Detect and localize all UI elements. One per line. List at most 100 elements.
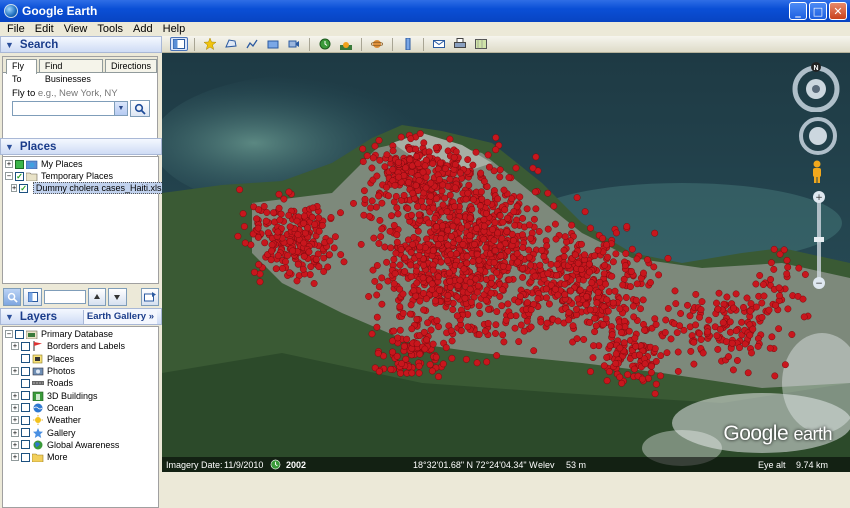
- case-marker[interactable]: [800, 313, 808, 321]
- checkbox[interactable]: [21, 378, 30, 388]
- case-marker[interactable]: [641, 360, 649, 368]
- expand-icon[interactable]: +: [11, 453, 19, 462]
- case-marker[interactable]: [267, 256, 275, 264]
- case-marker[interactable]: [616, 305, 624, 313]
- case-marker[interactable]: [640, 269, 647, 277]
- expand-icon[interactable]: +: [5, 160, 13, 168]
- case-marker[interactable]: [473, 225, 481, 232]
- collapse-triangle-icon[interactable]: ▼: [5, 312, 14, 322]
- case-marker[interactable]: [376, 216, 384, 224]
- historical-imagery-button[interactable]: [316, 37, 334, 51]
- case-marker[interactable]: [696, 313, 703, 321]
- case-marker[interactable]: [439, 222, 447, 230]
- case-marker[interactable]: [492, 330, 499, 337]
- case-marker[interactable]: [618, 379, 626, 387]
- case-marker[interactable]: [461, 294, 469, 302]
- case-marker[interactable]: [622, 250, 630, 258]
- case-marker[interactable]: [586, 319, 594, 326]
- case-marker[interactable]: [444, 257, 451, 265]
- case-marker[interactable]: [275, 190, 283, 198]
- case-marker[interactable]: [622, 294, 630, 301]
- checkbox[interactable]: [21, 415, 30, 425]
- case-marker[interactable]: [472, 275, 480, 283]
- case-marker[interactable]: [371, 277, 379, 285]
- case-marker[interactable]: [519, 264, 526, 272]
- case-marker[interactable]: [413, 315, 421, 323]
- case-marker[interactable]: [639, 296, 647, 304]
- case-marker[interactable]: [394, 334, 402, 342]
- case-marker[interactable]: [590, 342, 597, 350]
- case-marker[interactable]: [552, 235, 560, 243]
- case-marker[interactable]: [391, 270, 399, 277]
- case-marker[interactable]: [561, 233, 569, 241]
- case-marker[interactable]: [445, 269, 453, 277]
- case-marker[interactable]: [550, 202, 558, 210]
- case-marker[interactable]: [544, 225, 552, 233]
- checkbox[interactable]: [21, 403, 30, 413]
- case-marker[interactable]: [414, 203, 421, 210]
- case-marker[interactable]: [393, 238, 401, 246]
- case-marker[interactable]: [748, 349, 755, 357]
- case-marker[interactable]: [627, 267, 635, 275]
- case-marker[interactable]: [512, 164, 520, 172]
- expand-icon[interactable]: +: [11, 184, 18, 192]
- case-marker[interactable]: [569, 322, 577, 330]
- tree-item-cholera-cases[interactable]: + ✓ Dummy cholera cases_Haiti.xls: [3, 182, 165, 194]
- case-marker[interactable]: [684, 301, 691, 309]
- case-marker[interactable]: [378, 199, 386, 207]
- case-marker[interactable]: [661, 329, 669, 336]
- case-marker[interactable]: [369, 154, 377, 162]
- case-marker[interactable]: [457, 327, 465, 335]
- case-marker[interactable]: [540, 253, 548, 261]
- switch-planet-button[interactable]: [368, 37, 386, 51]
- historical-imagery-clock-icon[interactable]: [270, 459, 281, 470]
- case-marker[interactable]: [752, 280, 760, 288]
- case-marker[interactable]: [749, 325, 757, 333]
- case-marker[interactable]: [472, 148, 480, 156]
- case-marker[interactable]: [407, 273, 415, 281]
- layer-places[interactable]: Places: [3, 353, 158, 365]
- case-marker[interactable]: [623, 223, 631, 230]
- case-marker[interactable]: [492, 321, 500, 329]
- case-marker[interactable]: [383, 183, 390, 191]
- case-marker[interactable]: [784, 305, 792, 313]
- case-marker[interactable]: [587, 224, 594, 232]
- case-marker[interactable]: [602, 280, 609, 288]
- street-view-pegman-icon[interactable]: [810, 160, 824, 184]
- case-marker[interactable]: [560, 253, 568, 261]
- case-marker[interactable]: [652, 357, 660, 365]
- case-marker[interactable]: [534, 295, 542, 303]
- sunlight-button[interactable]: [337, 37, 355, 51]
- case-marker[interactable]: [375, 240, 383, 247]
- case-marker[interactable]: [714, 345, 722, 353]
- case-marker[interactable]: [405, 179, 413, 186]
- case-marker[interactable]: [484, 151, 492, 159]
- case-marker[interactable]: [407, 301, 415, 309]
- places-panel-header[interactable]: ▼ Places: [0, 138, 162, 155]
- case-marker[interactable]: [535, 228, 543, 235]
- case-marker[interactable]: [285, 211, 293, 219]
- map-view[interactable]: N + − Google earth: [162, 53, 850, 472]
- case-marker[interactable]: [545, 300, 553, 308]
- case-marker[interactable]: [608, 272, 616, 280]
- case-marker[interactable]: [392, 192, 400, 200]
- case-marker[interactable]: [519, 214, 527, 222]
- case-marker[interactable]: [523, 317, 531, 325]
- case-marker[interactable]: [425, 219, 433, 227]
- case-marker[interactable]: [527, 234, 535, 242]
- case-marker[interactable]: [517, 321, 525, 329]
- case-marker[interactable]: [611, 287, 619, 295]
- case-marker[interactable]: [744, 369, 752, 377]
- case-marker[interactable]: [677, 310, 685, 317]
- layer-roads[interactable]: Roads: [3, 377, 158, 389]
- case-marker[interactable]: [480, 222, 488, 230]
- search-panel-header[interactable]: ▼ Search: [0, 36, 162, 53]
- case-marker[interactable]: [383, 258, 391, 266]
- case-marker[interactable]: [561, 280, 569, 288]
- case-marker[interactable]: [617, 329, 625, 337]
- case-marker[interactable]: [458, 224, 465, 232]
- move-up-button[interactable]: [87, 288, 107, 306]
- case-marker[interactable]: [489, 226, 496, 233]
- case-marker[interactable]: [278, 264, 286, 272]
- case-marker[interactable]: [736, 344, 743, 352]
